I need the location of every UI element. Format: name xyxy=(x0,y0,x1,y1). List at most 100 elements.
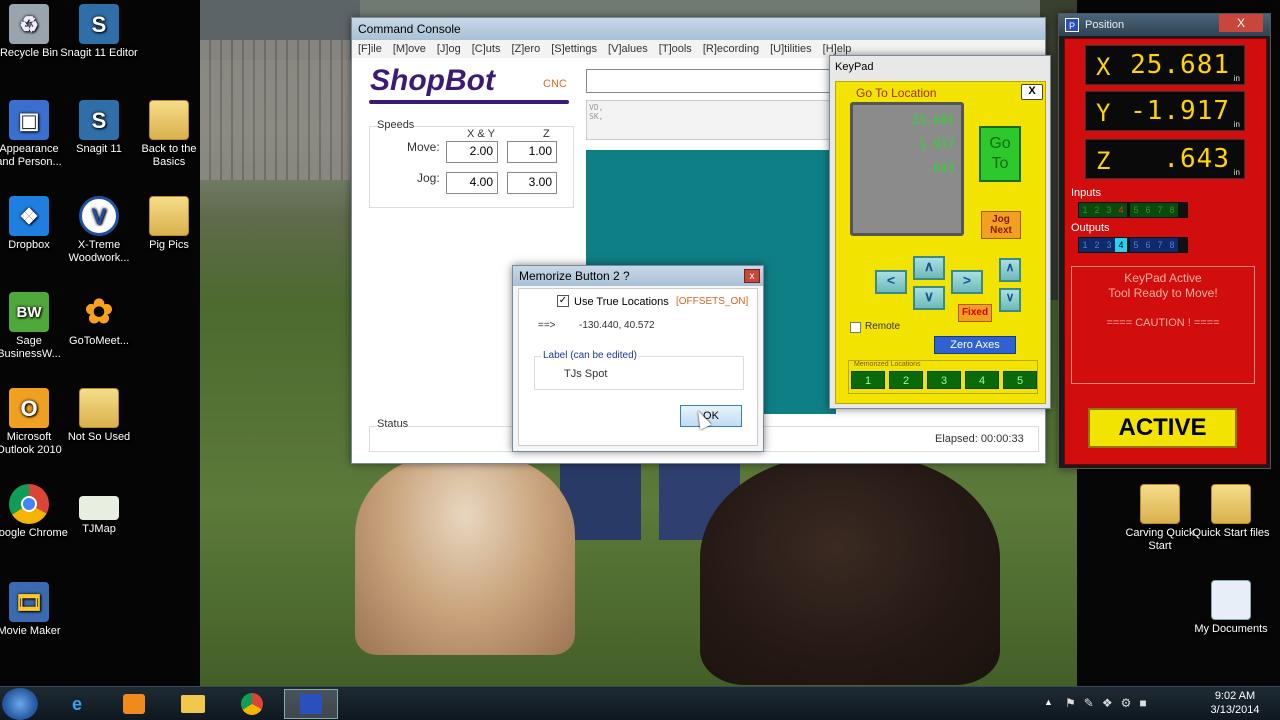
menu-zero[interactable]: [Z]ero xyxy=(511,43,540,55)
memorized-button-4[interactable]: 4 xyxy=(965,371,999,389)
folder-icon xyxy=(1140,484,1180,524)
jog-x-plus-button[interactable]: > xyxy=(951,270,983,294)
desktop-icon-not-so-used[interactable]: Not So Used xyxy=(60,388,138,444)
desktop-icon-carving-quick-start[interactable]: Carving Quick Start xyxy=(1121,484,1199,553)
desktop-icon-label: Not So Used xyxy=(67,431,131,443)
goto-y-value: -1.917 xyxy=(911,137,955,151)
fixed-button[interactable]: Fixed xyxy=(958,304,992,322)
desktop-icon-appearance[interactable]: ▣ Appearance and Person... xyxy=(0,100,68,169)
menu-settings[interactable]: [S]ettings xyxy=(551,43,597,55)
background-dog-light xyxy=(355,455,575,655)
menu-values[interactable]: [V]alues xyxy=(608,43,648,55)
desktop-icon-snagit[interactable]: S Snagit 11 xyxy=(60,100,138,156)
background-fence xyxy=(200,40,350,180)
clock-time: 9:02 AM xyxy=(1214,690,1256,702)
folder-icon xyxy=(149,100,189,140)
jog-y-minus-button[interactable]: ∨ xyxy=(913,286,945,310)
remote-checkbox[interactable] xyxy=(850,322,861,333)
jog-z-plus-button[interactable]: ∧ xyxy=(999,258,1021,282)
outlook-icon: O xyxy=(9,388,49,428)
menu-utilities[interactable]: [U]tilities xyxy=(770,43,812,55)
clock[interactable]: 9:02 AM 3/13/2014 xyxy=(1200,689,1270,717)
x-axis-label: X xyxy=(1096,53,1111,81)
sage-icon: BW xyxy=(9,292,49,332)
media-player-icon[interactable] xyxy=(107,689,161,719)
desktop-icon-label: Dropbox xyxy=(8,239,50,251)
use-true-locations-checkbox[interactable]: ✓ xyxy=(557,295,569,307)
menu-move[interactable]: [M]ove xyxy=(393,43,426,55)
memorized-button-1[interactable]: 1 xyxy=(851,371,885,389)
desktop-icon-pig-pics[interactable]: Pig Pics xyxy=(130,196,208,252)
shopbot-taskbar-icon[interactable] xyxy=(284,689,338,719)
desktop-icon-label: X-Treme Woodwork... xyxy=(68,239,130,264)
desktop-icon-outlook[interactable]: O Microsoft Outlook 2010 xyxy=(0,388,68,457)
file-explorer-icon[interactable] xyxy=(166,689,220,719)
jog-y-plus-button[interactable]: ∧ xyxy=(913,256,945,280)
desktop-icon-quick-start-files[interactable]: Quick Start files xyxy=(1192,484,1270,540)
jog-z-field[interactable]: 3.00 xyxy=(507,172,557,194)
show-hidden-icons[interactable]: ▲ xyxy=(1044,697,1053,707)
desktop-icon-tjmap[interactable]: TJMap xyxy=(60,496,138,536)
output-cell: 2 xyxy=(1091,238,1103,252)
inputs-label: Inputs xyxy=(1071,187,1101,199)
desktop-icon-snagit-editor[interactable]: S Snagit 11 Editor xyxy=(60,4,138,60)
y-axis-value: -1.917 xyxy=(1130,96,1230,126)
menu-tools[interactable]: [T]ools xyxy=(659,43,692,55)
desktop-icon-recycle-bin[interactable]: ♻ Recycle Bin xyxy=(0,4,68,60)
desktop-icon-label: GoToMeet... xyxy=(69,335,129,347)
output-cell: 7 xyxy=(1154,238,1166,252)
jog-next-button[interactable]: Jog Next xyxy=(981,211,1021,239)
z-axis-value: .643 xyxy=(1163,144,1230,174)
menu-cuts[interactable]: [C]uts xyxy=(472,43,501,55)
menu-file[interactable]: [F]ile xyxy=(358,43,382,55)
jog-z-minus-button[interactable]: ∨ xyxy=(999,288,1021,312)
jog-xy-field[interactable]: 4.00 xyxy=(446,172,498,194)
memorized-button-3[interactable]: 3 xyxy=(927,371,961,389)
y-axis-label: Y xyxy=(1096,99,1111,127)
desktop-icon-movie-maker[interactable]: 🎞 Movie Maker xyxy=(0,582,68,638)
move-xy-field[interactable]: 2.00 xyxy=(446,141,498,163)
zero-axes-button[interactable]: Zero Axes xyxy=(934,336,1016,354)
memorized-button-2[interactable]: 2 xyxy=(889,371,923,389)
memorized-coordinates: -130.440, 40.572 xyxy=(579,320,655,331)
z-axis-readout: Z .643 in xyxy=(1085,139,1245,179)
position-close-button[interactable]: X xyxy=(1219,14,1263,32)
chrome-taskbar-icon[interactable] xyxy=(225,689,279,719)
desktop-icon-dropbox[interactable]: ❖ Dropbox xyxy=(0,196,68,252)
internet-explorer-icon[interactable]: e xyxy=(50,689,104,719)
move-z-field[interactable]: 1.00 xyxy=(507,141,557,163)
jog-label: Jog: xyxy=(417,171,440,185)
desktop-icon-xtreme[interactable]: V X-Treme Woodwork... xyxy=(60,196,138,265)
desktop-icon-label: Movie Maker xyxy=(0,625,61,637)
start-button[interactable] xyxy=(2,688,38,720)
menu-jog[interactable]: [J]og xyxy=(437,43,461,55)
keypad-active-message: KeyPad Active xyxy=(1124,271,1202,285)
snagit-icon: S xyxy=(79,100,119,140)
system-tray-icons[interactable]: ⚑✎❖⚙■ xyxy=(1065,696,1165,712)
memorized-title: Memorized Locations xyxy=(854,361,921,368)
desktop-icon-label: Pig Pics xyxy=(149,239,189,251)
tjmap-icon xyxy=(79,496,119,520)
menu-recording[interactable]: [R]ecording xyxy=(703,43,759,55)
desktop-icon-label: Sage BusinessW... xyxy=(0,335,61,360)
menu-help[interactable]: [H]elp xyxy=(823,43,852,55)
go-button[interactable]: Go To xyxy=(979,126,1021,182)
offsets-status: [OFFSETS_ON] xyxy=(676,296,749,307)
output-cell: 1 xyxy=(1079,238,1091,252)
desktop-icon-label: Recycle Bin xyxy=(0,47,59,59)
keypad-close-button[interactable]: X xyxy=(1021,84,1043,100)
input-cell: 5 xyxy=(1130,203,1142,217)
command-input[interactable] xyxy=(586,69,836,93)
background-dog-dark xyxy=(700,455,1000,685)
desktop-icon-back-to-basics[interactable]: Back to the Basics xyxy=(130,100,208,169)
desktop-icon-gotomeeting[interactable]: ✿ GoToMeet... xyxy=(60,292,138,348)
jog-x-minus-button[interactable]: < xyxy=(875,270,907,294)
label-input[interactable]: TJs Spot xyxy=(564,368,607,380)
desktop-icon-my-documents[interactable]: My Documents xyxy=(1192,580,1270,636)
desktop-icon-label: Google Chrome xyxy=(0,527,68,539)
desktop-icon-sage[interactable]: BW Sage BusinessW... xyxy=(0,292,68,361)
output-cell: 3 xyxy=(1103,238,1115,252)
dialog-close-button[interactable]: x xyxy=(744,269,760,283)
desktop-icon-chrome[interactable]: Google Chrome xyxy=(0,484,68,540)
memorized-button-5[interactable]: 5 xyxy=(1003,371,1037,389)
